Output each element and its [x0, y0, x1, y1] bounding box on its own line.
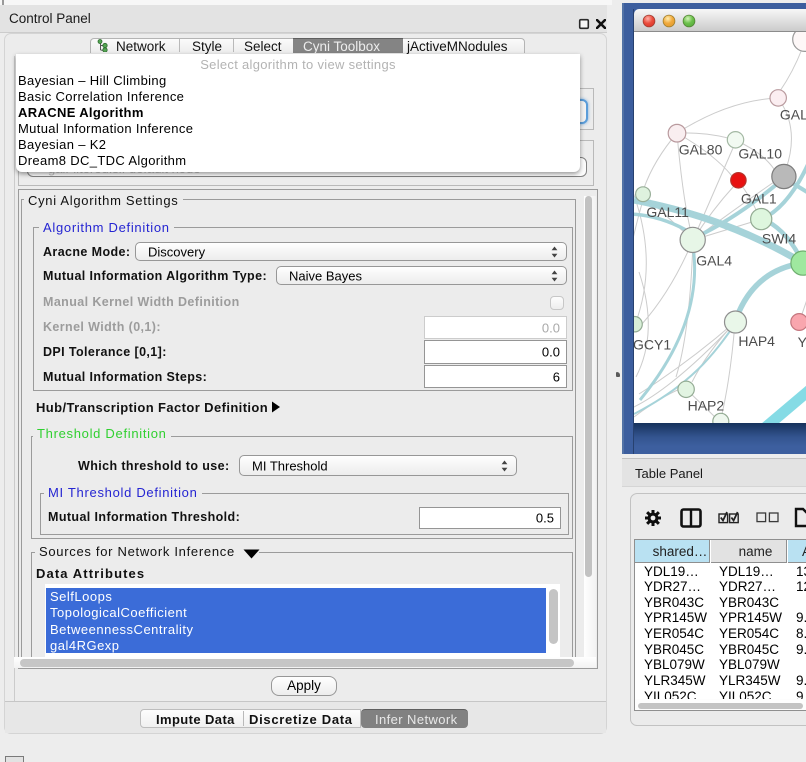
svg-text:SWI4: SWI4 [762, 231, 796, 247]
svg-text:Y: Y [798, 334, 806, 350]
svg-text:GCY1: GCY1 [634, 337, 671, 353]
svg-text:GAL1: GAL1 [741, 191, 777, 207]
svg-text:HAP4: HAP4 [738, 333, 775, 349]
svg-text:GAL10: GAL10 [738, 146, 782, 162]
svg-text:GAL7: GAL7 [780, 107, 806, 123]
svg-text:HAP2: HAP2 [688, 397, 725, 413]
svg-text:GAL11: GAL11 [646, 204, 689, 220]
svg-text:GAL80: GAL80 [679, 141, 723, 157]
svg-text:GAL4: GAL4 [696, 253, 732, 269]
